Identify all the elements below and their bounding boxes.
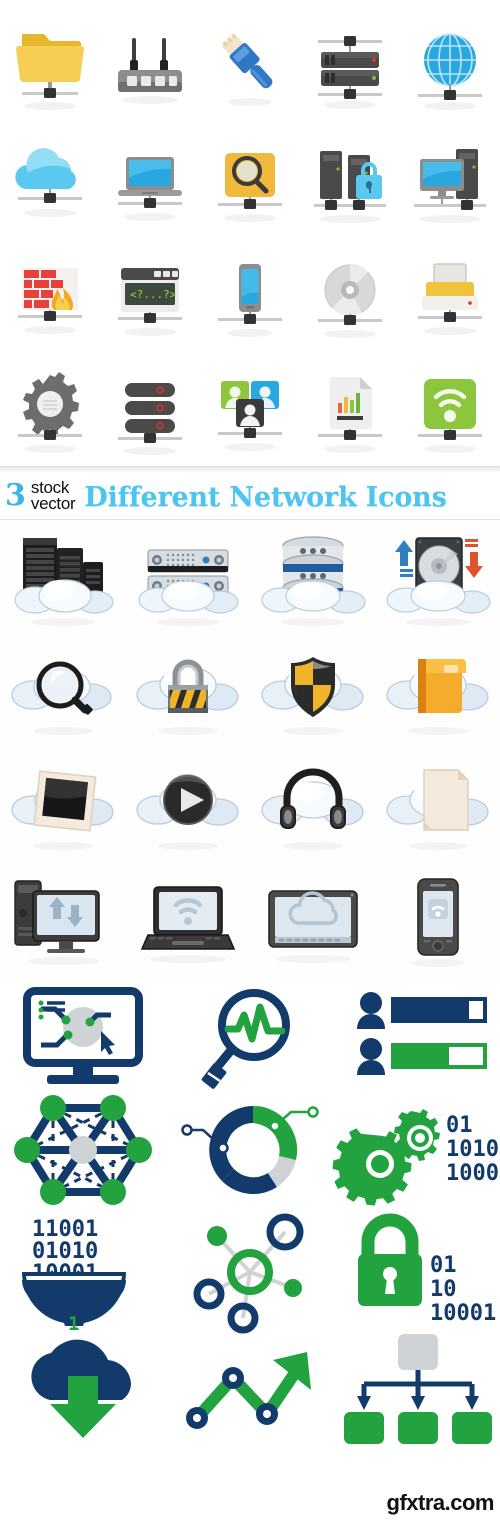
laptop-network-icon[interactable] bbox=[100, 121, 200, 236]
node-graph-icon[interactable] bbox=[167, 1210, 334, 1334]
report-document-icon[interactable] bbox=[300, 351, 400, 466]
network-folder-icon[interactable] bbox=[0, 6, 100, 121]
globe-network-icon[interactable] bbox=[400, 6, 500, 121]
cloud-shield-icon[interactable] bbox=[250, 635, 375, 750]
cloud-rackmount-icon[interactable] bbox=[125, 520, 250, 635]
laptop-wifi-icon[interactable] bbox=[125, 865, 250, 980]
cloud-headphones-icon[interactable] bbox=[250, 750, 375, 865]
growth-arrow-icon[interactable] bbox=[167, 1330, 334, 1450]
gears-binary-line-1: 01 bbox=[446, 1113, 473, 1138]
settings-gear-icon[interactable] bbox=[0, 351, 100, 466]
banner-stock-vector: stock vector bbox=[30, 479, 76, 513]
gears-binary-line-2: 1010 bbox=[446, 1137, 499, 1162]
user-group-icon[interactable] bbox=[200, 351, 300, 466]
icon-preview-sheet: <?...?> 3 stock vector Different Network… bbox=[0, 0, 500, 1522]
cloud-play-icon[interactable] bbox=[125, 750, 250, 865]
router-icon[interactable] bbox=[100, 6, 200, 121]
user-progress-bars-icon[interactable] bbox=[333, 980, 500, 1090]
cloud-network-icon[interactable] bbox=[0, 121, 100, 236]
cloud-folder-icon[interactable] bbox=[375, 635, 500, 750]
data-funnel-icon[interactable]: 11001 01010 10001 1 bbox=[0, 1210, 167, 1335]
secure-server-icon[interactable] bbox=[300, 121, 400, 236]
cloud-document-icon[interactable] bbox=[375, 750, 500, 865]
svg-text:<?...?>: <?...?> bbox=[130, 288, 177, 301]
gears-binary-icon[interactable]: 01 1010 10001 bbox=[332, 1090, 500, 1210]
network-printer-icon[interactable] bbox=[400, 236, 500, 351]
rack-server-icon[interactable] bbox=[300, 6, 400, 121]
cloud-lock-icon[interactable] bbox=[125, 635, 250, 750]
lock-binary-line-1: 01 bbox=[430, 1253, 457, 1278]
cloud-download-icon[interactable] bbox=[0, 1330, 167, 1450]
section-glossy-cloud-icons bbox=[0, 519, 500, 980]
watermark-gfxtra: gfxtra.com bbox=[386, 1490, 495, 1515]
cloud-database-icon[interactable] bbox=[250, 520, 375, 635]
hierarchy-tree-icon[interactable] bbox=[333, 1330, 500, 1450]
section-flat-network-icons: <?...?> bbox=[0, 0, 500, 466]
tablet-cloud-icon[interactable] bbox=[250, 865, 375, 980]
terminal-window-icon[interactable]: <?...?> bbox=[100, 236, 200, 351]
cloud-harddrive-sync-icon[interactable] bbox=[375, 520, 500, 635]
magnifier-pulse-icon[interactable] bbox=[167, 980, 334, 1090]
cloud-photo-icon[interactable] bbox=[0, 750, 125, 865]
wifi-signal-icon[interactable] bbox=[400, 351, 500, 466]
cloud-search-icon[interactable] bbox=[0, 635, 125, 750]
banner-title: Different Network Icons bbox=[84, 481, 447, 513]
cloud-server-rack-icon[interactable] bbox=[0, 520, 125, 635]
banner-word-vector: vector bbox=[30, 494, 76, 513]
monitor-analytics-icon[interactable] bbox=[0, 980, 167, 1090]
firewall-icon[interactable] bbox=[0, 236, 100, 351]
desktop-sync-icon[interactable] bbox=[0, 865, 125, 980]
optical-disc-icon[interactable] bbox=[300, 236, 400, 351]
lock-binary-line-2: 10 bbox=[430, 1277, 457, 1302]
ethernet-cable-icon[interactable] bbox=[200, 6, 300, 121]
network-search-icon[interactable] bbox=[200, 121, 300, 236]
gears-binary-line-3: 10001 bbox=[446, 1161, 500, 1186]
workstation-icon[interactable] bbox=[400, 121, 500, 236]
smartphone-wifi-icon[interactable] bbox=[375, 865, 500, 980]
smartphone-network-icon[interactable] bbox=[200, 236, 300, 351]
lock-binary-line-3: 10001 bbox=[430, 1301, 496, 1326]
database-stack-icon[interactable] bbox=[100, 351, 200, 466]
secure-lock-binary-icon[interactable]: 01 10 10001 bbox=[333, 1210, 500, 1330]
preview-banner: 3 stock vector Different Network Icons bbox=[0, 466, 500, 519]
mesh-network-icon[interactable] bbox=[0, 1090, 167, 1210]
donut-chart-icon[interactable] bbox=[167, 1090, 334, 1210]
banner-number: 3 bbox=[5, 478, 26, 513]
section-duotone-data-icons: 01 1010 10001 11001 01010 10001 1 bbox=[0, 980, 500, 1450]
